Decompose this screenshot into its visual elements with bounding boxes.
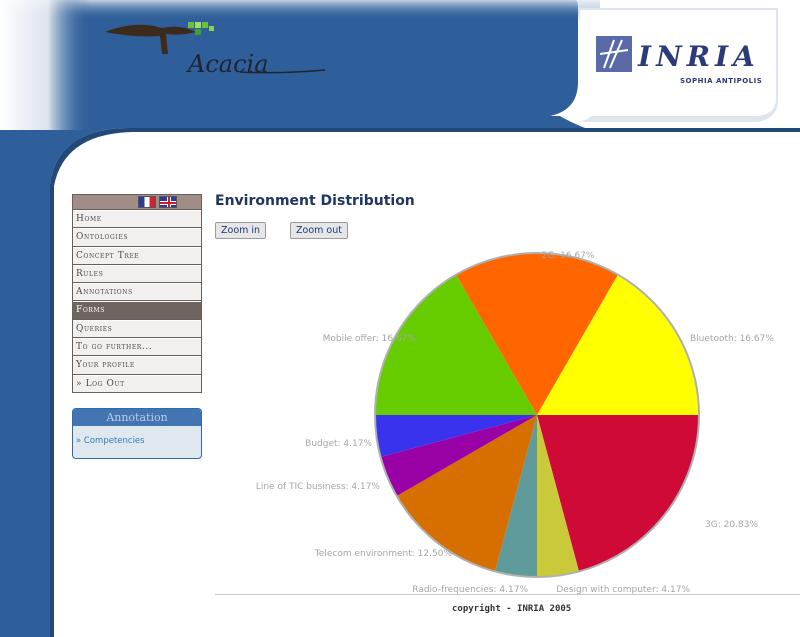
pie-slice-label: 2G: 16.67% xyxy=(542,251,595,261)
pie-chart: 3G: 20.83%Design with computer: 4.17%Rad… xyxy=(256,251,775,595)
footer-divider xyxy=(215,594,800,595)
pie-slice-label: 3G: 20.83% xyxy=(705,520,758,530)
pie-slice-label: Budget: 4.17% xyxy=(305,439,372,449)
pie-slice-label: Telecom environment: 12.50% xyxy=(314,549,453,559)
pie-slice-label: Mobile offer: 16.67% xyxy=(323,334,417,344)
pie-slice-label: Bluetooth: 16.67% xyxy=(690,334,774,344)
copyright-text: copyright - INRIA 2005 xyxy=(452,604,572,614)
pie-slice-label: Line of TIC business: 4.17% xyxy=(256,482,381,492)
